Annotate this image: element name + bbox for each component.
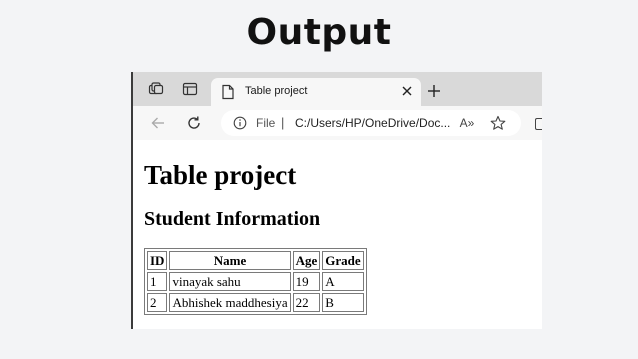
table-cell: 1 [147,272,168,291]
tab-bar: Table project [133,72,542,106]
page-content: Table project Student Information ID Nam… [133,140,542,329]
banner-title: Output [246,12,392,53]
address-separator: | [281,115,285,130]
page-heading: Table project [144,160,297,190]
split-screen-icon[interactable] [535,118,542,130]
table-cell: 19 [292,272,321,291]
browser-window: Table project File | C:/Users/HP/OneDriv… [131,72,542,329]
table-header-cell: Age [292,251,321,270]
navigation-bar: File | C:/Users/HP/OneDrive/Doc... A» [133,106,542,141]
table-header-cell: Grade [322,251,364,270]
address-bar[interactable]: File | C:/Users/HP/OneDrive/Doc... A» [221,110,521,136]
table-header-row: ID Name Age Grade [147,251,364,270]
browser-tab[interactable]: Table project [211,78,421,106]
table-row: 2 Abhishek maddhesiya 22 B [147,293,364,312]
table-header-cell: Name [169,251,291,270]
page-subheading: Student Information [144,208,321,230]
new-tab-plus-icon[interactable] [423,80,445,102]
vertical-tabs-icon[interactable] [179,78,201,100]
table-cell: B [322,293,364,312]
table-cell: A [322,272,364,291]
table-header-cell: ID [147,251,168,270]
table-cell: vinayak sahu [169,272,291,291]
table-cell: 22 [292,293,321,312]
workspaces-icon[interactable] [145,78,167,100]
table-cell: 2 [147,293,168,312]
back-arrow-icon[interactable] [147,112,169,134]
close-icon[interactable] [397,81,417,101]
refresh-icon[interactable] [183,112,205,134]
table-cell: Abhishek maddhesiya [169,293,291,312]
star-icon[interactable] [489,114,507,132]
table-row: 1 vinayak sahu 19 A [147,272,364,291]
info-icon[interactable] [233,116,247,130]
page-icon [221,84,235,100]
address-url[interactable]: C:/Users/HP/OneDrive/Doc... [295,116,450,130]
read-aloud-icon[interactable]: A» [457,115,477,131]
student-table: ID Name Age Grade 1 vinayak sahu 19 A 2 … [144,248,367,315]
read-aloud-glyph: A» [459,116,475,130]
tab-title: Table project [245,85,308,97]
address-scheme-label: File [256,116,276,130]
